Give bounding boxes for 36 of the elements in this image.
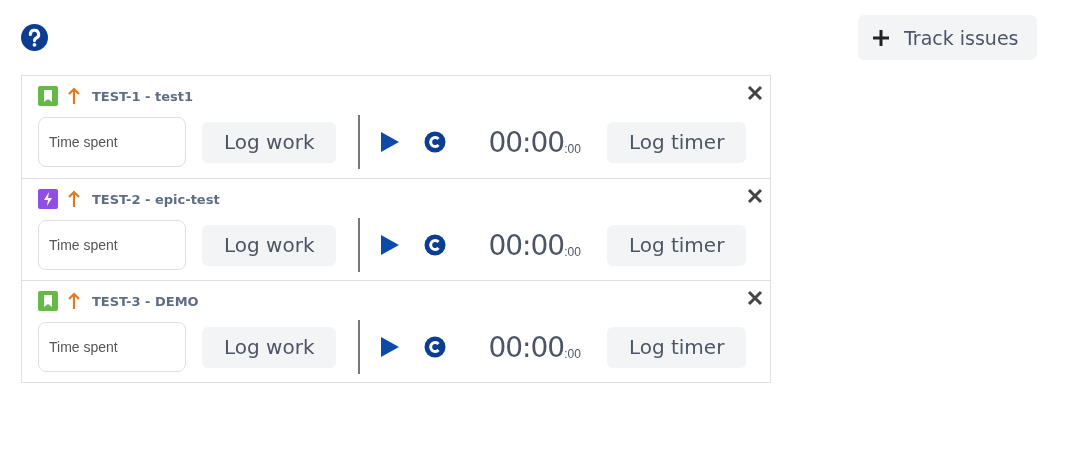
timer-text: 00:00: [488, 125, 565, 159]
plus-icon: [872, 28, 890, 47]
play-icon[interactable]: [380, 234, 401, 256]
issue-title[interactable]: TEST-2 - epic-test: [92, 191, 220, 207]
time-spent-input[interactable]: Time spent: [38, 117, 186, 167]
reset-icon[interactable]: [424, 234, 447, 256]
reset-icon[interactable]: [424, 336, 447, 358]
timer-text: 00:00: [488, 330, 565, 364]
track-issues-button[interactable]: Track issues: [858, 15, 1037, 60]
close-icon[interactable]: [747, 188, 763, 204]
timer-seconds: :00: [564, 245, 581, 259]
log-timer-button[interactable]: Log timer: [606, 326, 747, 368]
bookmark-icon: [38, 86, 58, 106]
log-work-button[interactable]: Log work: [202, 121, 337, 163]
log-timer-button[interactable]: Log timer: [606, 121, 747, 163]
arrow-up-icon: [68, 87, 80, 105]
reset-icon[interactable]: [424, 131, 447, 153]
arrow-up-icon: [68, 292, 80, 310]
play-icon[interactable]: [380, 336, 401, 358]
close-icon[interactable]: [747, 85, 763, 101]
play-icon[interactable]: [380, 131, 401, 153]
lightning-icon: [38, 189, 58, 209]
time-spent-input[interactable]: Time spent: [38, 220, 186, 270]
log-work-button[interactable]: Log work: [202, 224, 337, 266]
time-spent-input[interactable]: Time spent: [38, 322, 186, 372]
log-work-button[interactable]: Log work: [202, 326, 337, 368]
log-timer-button[interactable]: Log timer: [606, 224, 747, 266]
close-icon[interactable]: [747, 290, 763, 306]
timer-text: 00:00: [488, 228, 565, 262]
timer-seconds: :00: [564, 142, 581, 156]
bookmark-icon: [38, 291, 58, 311]
help-icon[interactable]: [21, 24, 48, 51]
issue-title[interactable]: TEST-1 - test1: [92, 88, 193, 104]
timer-seconds: :00: [564, 347, 581, 361]
issue-title[interactable]: TEST-3 - DEMO: [92, 293, 199, 309]
arrow-up-icon: [68, 190, 80, 208]
